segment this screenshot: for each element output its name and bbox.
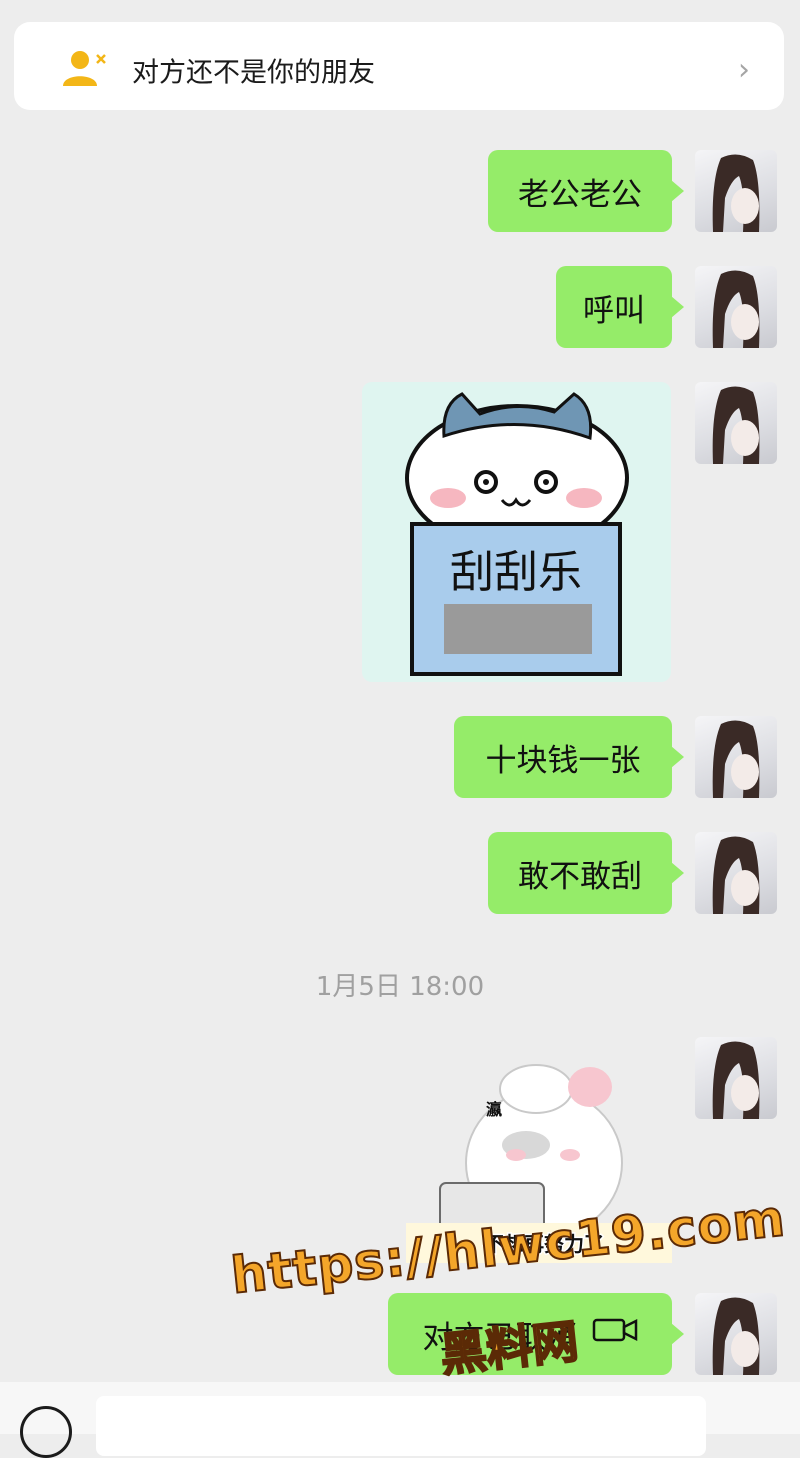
- message-input[interactable]: [96, 1396, 706, 1456]
- avatar[interactable]: [695, 266, 777, 348]
- avatar[interactable]: [695, 1037, 777, 1119]
- sticker-scratch-card[interactable]: 刮刮乐: [362, 382, 671, 682]
- input-bar: [0, 1382, 800, 1458]
- avatar[interactable]: [695, 1293, 777, 1375]
- avatar[interactable]: [695, 382, 777, 464]
- sticker-text: 刮刮乐: [450, 547, 582, 598]
- message-bubble[interactable]: 呼叫: [556, 266, 684, 348]
- person-add-icon: [60, 48, 106, 92]
- chat-timestamp: 1月5日 18:00: [315, 972, 485, 1002]
- video-call-icon: [592, 1316, 638, 1352]
- message-bubble[interactable]: 十块钱一张: [454, 716, 684, 798]
- not-friend-notice[interactable]: 对方还不是你的朋友 ›: [14, 22, 784, 110]
- avatar[interactable]: [695, 716, 777, 798]
- message-bubble[interactable]: 敢不敢刮: [488, 832, 684, 914]
- sticker-tag: 瀛: [486, 1100, 502, 1119]
- avatar[interactable]: [695, 832, 777, 914]
- chevron-right-icon: ›: [738, 52, 750, 88]
- notice-text: 对方还不是你的朋友: [132, 57, 375, 89]
- avatar[interactable]: [695, 150, 777, 232]
- message-bubble[interactable]: 老公老公: [488, 150, 684, 232]
- voice-input-icon[interactable]: [20, 1406, 72, 1458]
